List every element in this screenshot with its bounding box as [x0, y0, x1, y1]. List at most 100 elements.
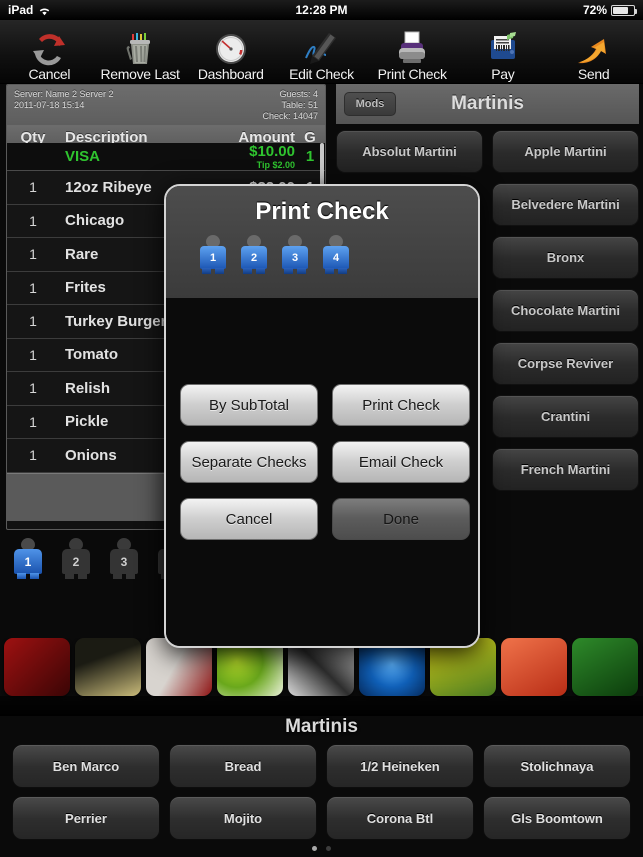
quick-button-stolichnaya[interactable]: Stolichnaya: [483, 744, 631, 788]
toolbar-button-dashboard[interactable]: Dashboard: [187, 26, 275, 82]
print-check-button[interactable]: Print Check: [332, 384, 470, 426]
toolbar-button-remove-last[interactable]: Remove Last: [96, 26, 184, 82]
orange-arrow-icon: [550, 26, 638, 70]
quick-button-bread[interactable]: Bread: [169, 744, 317, 788]
wifi-icon: [38, 5, 51, 16]
cancel-refresh-icon: [5, 26, 93, 70]
quick-button-mojito[interactable]: Mojito: [169, 796, 317, 840]
guest-number-1: 1: [14, 549, 42, 579]
mods-button[interactable]: Mods: [344, 92, 396, 116]
bottom-quick-bar: Martinis Ben Marco Bread 1/2 Heineken St…: [0, 712, 643, 857]
modal-guest-selector: 1 2 3 4: [166, 226, 478, 274]
menu-item-french-martini[interactable]: French Martini: [492, 448, 639, 491]
carousel-thumb-red-cocktail[interactable]: [4, 638, 70, 696]
trash-can-icon: [96, 26, 184, 70]
guest-number-2: 2: [62, 549, 90, 579]
toolbar-button-cancel[interactable]: Cancel: [5, 26, 93, 82]
row-qty: 1: [29, 447, 37, 464]
done-button[interactable]: Done: [332, 498, 470, 540]
modal-guest-figure-4[interactable]: 4: [323, 235, 349, 274]
modal-guest-figure-1[interactable]: 1: [200, 235, 226, 274]
carousel-thumb-white-wine-glasses[interactable]: [75, 638, 141, 696]
guest-figure-2[interactable]: 2: [62, 538, 90, 579]
page-dot-1[interactable]: [312, 846, 317, 851]
menu-item-chocolate-martini[interactable]: Chocolate Martini: [492, 289, 639, 332]
quick-button-corona-btl[interactable]: Corona Btl: [326, 796, 474, 840]
toolbar-label-print-check: Print Check: [377, 66, 447, 82]
modal-guest-figure-2[interactable]: 2: [241, 235, 267, 274]
bottom-category-title: Martinis: [285, 716, 358, 737]
carousel-thumb-orange-drink[interactable]: [501, 638, 567, 696]
guest-selector: 1 2 3 4: [14, 538, 186, 579]
battery-icon: [611, 4, 637, 16]
table-number-label: Table: 51: [281, 100, 318, 110]
toolbar-button-pay[interactable]: Pay: [459, 26, 547, 82]
row-qty: 1: [29, 246, 37, 263]
carousel-thumb-green-bottle[interactable]: [572, 638, 638, 696]
menu-panel-header: Mods Martinis: [336, 84, 639, 124]
payment-row-visa[interactable]: VISA $10.00 Tip $2.00 1: [7, 143, 325, 171]
status-bar-left: iPad: [8, 3, 51, 17]
pos-app-screen: iPad 12:28 PM 72% Cancel Remove Last Das…: [0, 0, 643, 857]
check-number-label: Check: 14047: [262, 111, 318, 121]
toolbar-button-edit-check[interactable]: Edit Check: [277, 26, 365, 82]
menu-column-right: Apple Martini Belvedere Martini Bronx Ch…: [492, 130, 639, 491]
top-toolbar: Cancel Remove Last Dashboard Edit Check …: [0, 20, 643, 84]
modal-header: Print Check 1 2 3 4: [166, 186, 478, 298]
row-qty: 1: [29, 380, 37, 397]
payment-description: VISA: [65, 148, 101, 165]
toolbar-label-pay: Pay: [491, 66, 515, 82]
modal-buttons-grid: By SubTotal Print Check Separate Checks …: [180, 384, 472, 540]
cash-register-icon: [459, 26, 547, 70]
row-qty: 1: [29, 212, 37, 229]
quick-button-perrier[interactable]: Perrier: [12, 796, 160, 840]
modal-guest-number-4: 4: [323, 246, 349, 274]
menu-item-corpse-reviver[interactable]: Corpse Reviver: [492, 342, 639, 385]
menu-item-bronx[interactable]: Bronx: [492, 236, 639, 279]
guest-figure-1[interactable]: 1: [14, 538, 42, 579]
guests-count-label: Guests: 4: [279, 89, 318, 99]
battery-percent-label: 72%: [582, 3, 607, 17]
page-dot-2[interactable]: [326, 846, 331, 851]
printer-icon: [368, 26, 456, 70]
row-qty: 1: [29, 313, 37, 330]
status-bar-right: 72%: [582, 3, 637, 17]
guest-number-3: 3: [110, 549, 138, 579]
toolbar-label-cancel: Cancel: [28, 66, 71, 82]
print-check-modal: Print Check 1 2 3 4 By SubTotal Print Ch…: [164, 184, 480, 648]
modal-title: Print Check: [255, 198, 389, 225]
email-check-button[interactable]: Email Check: [332, 441, 470, 483]
menu-item-belvedere-martini[interactable]: Belvedere Martini: [492, 183, 639, 226]
cancel-button[interactable]: Cancel: [180, 498, 318, 540]
status-bar: iPad 12:28 PM 72%: [0, 0, 643, 20]
modal-guest-figure-3[interactable]: 3: [282, 235, 308, 274]
check-header-left: Server: Name 2 Server 2 2011-07-18 15:14: [14, 89, 114, 122]
quick-buttons-grid: Ben Marco Bread 1/2 Heineken Stolichnaya…: [0, 738, 643, 840]
quick-button-half-heineken[interactable]: 1/2 Heineken: [326, 744, 474, 788]
modal-body: By SubTotal Print Check Separate Checks …: [166, 298, 478, 646]
guest-figure-3[interactable]: 3: [110, 538, 138, 579]
separate-checks-button[interactable]: Separate Checks: [180, 441, 318, 483]
menu-item-crantini[interactable]: Crantini: [492, 395, 639, 438]
toolbar-button-send[interactable]: Send: [550, 26, 638, 82]
toolbar-label-dashboard: Dashboard: [197, 66, 264, 82]
check-header-right: Guests: 4 Table: 51 Check: 14047: [262, 89, 318, 122]
check-header: Server: Name 2 Server 2 2011-07-18 15:14…: [7, 85, 325, 125]
by-subtotal-button[interactable]: By SubTotal: [180, 384, 318, 426]
toolbar-label-remove-last: Remove Last: [100, 66, 180, 82]
modal-guest-number-3: 3: [282, 246, 308, 274]
toolbar-label-edit-check: Edit Check: [289, 66, 354, 82]
modal-guest-number-1: 1: [200, 246, 226, 274]
row-qty: 1: [29, 413, 37, 430]
category-carousel[interactable]: [0, 638, 643, 716]
toolbar-button-print-check[interactable]: Print Check: [368, 26, 456, 82]
gauge-icon: [187, 26, 275, 70]
server-label: Server: Name 2 Server 2: [14, 89, 114, 99]
device-label: iPad: [8, 3, 34, 17]
menu-item-apple-martini[interactable]: Apple Martini: [492, 130, 639, 173]
menu-item-absolut-martini[interactable]: Absolut Martini: [336, 130, 483, 173]
quick-button-gls-boomtown[interactable]: Gls Boomtown: [483, 796, 631, 840]
page-indicator-dots: [0, 846, 643, 851]
quick-button-ben-marco[interactable]: Ben Marco: [12, 744, 160, 788]
toolbar-label-send: Send: [577, 66, 610, 82]
